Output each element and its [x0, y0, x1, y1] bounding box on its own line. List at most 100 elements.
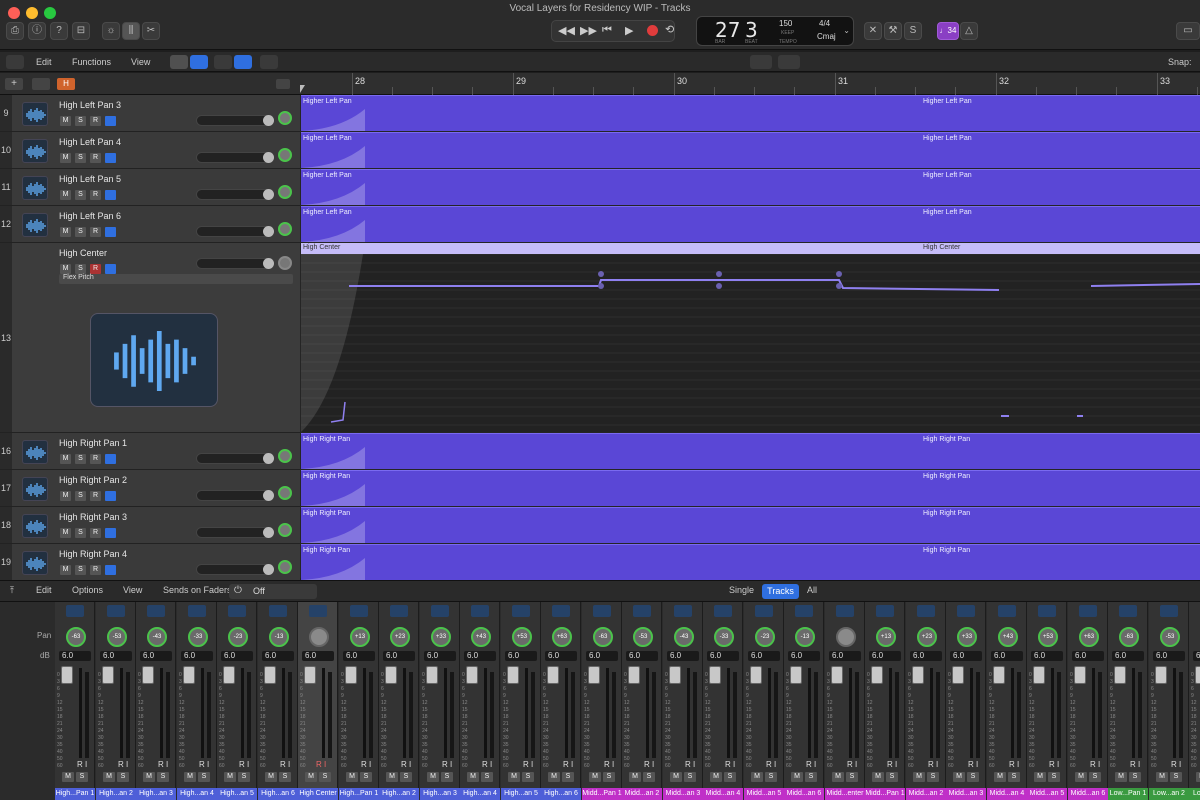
channel-name[interactable]: Midd...an 2: [906, 788, 946, 800]
volume-readout[interactable]: 6.0: [788, 651, 820, 661]
play-icon[interactable]: ▶: [625, 24, 633, 37]
track-header[interactable]: 17 High Right Pan 2 MSR: [0, 470, 300, 507]
track-name[interactable]: High Left Pan 5: [59, 174, 121, 184]
record-input-buttons[interactable]: R I: [563, 760, 573, 769]
volume-readout[interactable]: 6.0: [1153, 651, 1185, 661]
volume-slider[interactable]: [196, 527, 274, 538]
volume-slider-handle[interactable]: [263, 527, 274, 538]
volume-readout[interactable]: 6.0: [505, 651, 537, 661]
channel-name[interactable]: Midd...an 3: [663, 788, 703, 800]
fast-forward-icon[interactable]: ▶▶: [580, 24, 597, 37]
pencil-tool-icon[interactable]: [778, 55, 800, 69]
mute-button[interactable]: M: [184, 772, 196, 782]
volume-readout[interactable]: 6.0: [262, 651, 294, 661]
pan-knob[interactable]: +33: [431, 627, 451, 647]
volume-fader[interactable]: [466, 666, 478, 684]
record-input-buttons[interactable]: R I: [1171, 760, 1181, 769]
volume-readout[interactable]: 6.0: [626, 651, 658, 661]
record-input-buttons[interactable]: R I: [1090, 760, 1100, 769]
mute-button[interactable]: M: [60, 153, 71, 163]
mute-button[interactable]: M: [791, 772, 803, 782]
volume-fader[interactable]: [912, 666, 924, 684]
record-enable-button[interactable]: R: [90, 227, 101, 237]
solo-button[interactable]: S: [76, 772, 88, 782]
track-name[interactable]: High Right Pan 2: [59, 475, 127, 485]
channel-name[interactable]: High...an 6: [258, 788, 298, 800]
solo-button[interactable]: S: [886, 772, 898, 782]
pan-knob[interactable]: -63: [66, 627, 86, 647]
volume-readout[interactable]: 6.0: [586, 651, 618, 661]
channel-name[interactable]: High...an 2: [379, 788, 419, 800]
replace-icon[interactable]: ✕: [864, 22, 882, 40]
inspector-icon[interactable]: ⓘ: [28, 22, 46, 40]
channel-name[interactable]: High...Pan 1: [339, 788, 379, 800]
record-enable-button[interactable]: R: [90, 565, 101, 575]
track-name[interactable]: High Left Pan 4: [59, 137, 121, 147]
volume-fader[interactable]: [547, 666, 559, 684]
solo-button[interactable]: S: [562, 772, 574, 782]
solo-button[interactable]: S: [238, 772, 250, 782]
record-input-buttons[interactable]: R I: [239, 760, 249, 769]
volume-readout[interactable]: 6.0: [464, 651, 496, 661]
mute-button[interactable]: M: [467, 772, 479, 782]
pan-knob[interactable]: [278, 222, 292, 236]
volume-slider-handle[interactable]: [263, 453, 274, 464]
track-header[interactable]: 13 High Center M S R Flex Pitch: [0, 243, 300, 433]
volume-fader[interactable]: [1155, 666, 1167, 684]
tuner-icon[interactable]: ⚒: [884, 22, 902, 40]
track-name[interactable]: High Right Pan 4: [59, 549, 127, 559]
volume-slider-handle[interactable]: [263, 564, 274, 575]
volume-slider[interactable]: [196, 189, 274, 200]
volume-readout[interactable]: 6.0: [1193, 651, 1200, 661]
channel-name[interactable]: High...an 4: [460, 788, 500, 800]
volume-slider-handle[interactable]: [263, 226, 274, 237]
volume-fader[interactable]: [750, 666, 762, 684]
help-icon[interactable]: ?: [50, 22, 68, 40]
volume-fader[interactable]: [1114, 666, 1126, 684]
mute-button[interactable]: M: [62, 772, 74, 782]
volume-readout[interactable]: 6.0: [667, 651, 699, 661]
solo-button[interactable]: S: [481, 772, 493, 782]
mute-button[interactable]: M: [265, 772, 277, 782]
pan-knob[interactable]: +23: [917, 627, 937, 647]
volume-slider[interactable]: [196, 258, 274, 269]
track-name[interactable]: High Right Pan 1: [59, 438, 127, 448]
input-monitor-icon[interactable]: [105, 565, 116, 575]
mute-button[interactable]: M: [670, 772, 682, 782]
volume-fader[interactable]: [993, 666, 1005, 684]
mute-button[interactable]: M: [1156, 772, 1168, 782]
pitch-curve[interactable]: [301, 254, 1200, 432]
volume-slider[interactable]: [196, 490, 274, 501]
mute-button[interactable]: M: [427, 772, 439, 782]
bar-ruler[interactable]: 28 29 30 31 32 33: [300, 73, 1200, 95]
volume-slider-handle[interactable]: [263, 189, 274, 200]
solo-button[interactable]: S: [75, 565, 86, 575]
track-name[interactable]: High Right Pan 3: [59, 512, 127, 522]
mute-button[interactable]: M: [629, 772, 641, 782]
automation-icon[interactable]: [214, 55, 232, 69]
flex-pitch-region[interactable]: High Center High Center: [301, 243, 1200, 432]
toolbar-icon[interactable]: ⊟: [72, 22, 90, 40]
mute-button[interactable]: M: [60, 190, 71, 200]
catch-icon[interactable]: [260, 55, 278, 69]
mute-button[interactable]: M: [832, 772, 844, 782]
pan-knob[interactable]: +53: [1038, 627, 1058, 647]
record-input-buttons[interactable]: R I: [158, 760, 168, 769]
record-input-buttons[interactable]: R I: [928, 760, 938, 769]
mute-button[interactable]: M: [1196, 772, 1200, 782]
channel-name[interactable]: High...an 3: [420, 788, 460, 800]
record-input-buttons[interactable]: R I: [199, 760, 209, 769]
record-input-buttons[interactable]: R I: [806, 760, 816, 769]
volume-fader[interactable]: [223, 666, 235, 684]
mixer-options-menu[interactable]: Options: [72, 585, 103, 595]
solo-button[interactable]: S: [846, 772, 858, 782]
volume-fader[interactable]: [426, 666, 438, 684]
channel-name[interactable]: Midd...an 6: [1068, 788, 1108, 800]
channel-name[interactable]: Midd...an 5: [744, 788, 784, 800]
pan-knob[interactable]: -43: [674, 627, 694, 647]
mute-button[interactable]: M: [589, 772, 601, 782]
mixer-tab-tracks[interactable]: Tracks: [762, 584, 799, 599]
volume-readout[interactable]: 6.0: [383, 651, 415, 661]
pan-knob[interactable]: -23: [755, 627, 775, 647]
volume-readout[interactable]: 6.0: [424, 651, 456, 661]
